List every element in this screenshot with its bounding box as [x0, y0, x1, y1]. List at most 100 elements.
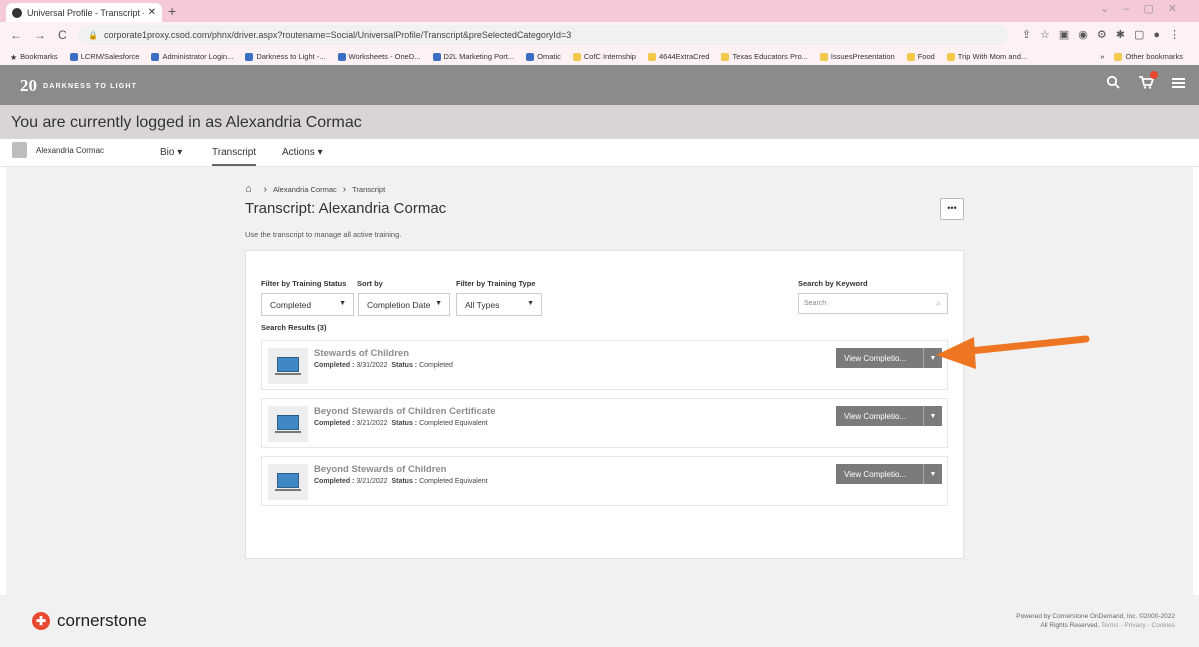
close-tab-icon[interactable]: ✕ — [148, 7, 156, 18]
breadcrumb-user[interactable]: Alexandria Cormac — [273, 185, 337, 194]
bookmark-folder[interactable]: CofC Internship — [572, 52, 636, 61]
course-thumbnail[interactable] — [268, 406, 308, 442]
course-thumbnail[interactable] — [268, 348, 308, 384]
course-meta: Completed : 3/21/2022 Status : Completed… — [314, 420, 488, 427]
transcript-item: Beyond Stewards of Children Completed : … — [261, 456, 948, 506]
cornerstone-logo[interactable]: ✚ cornerstone — [32, 611, 147, 631]
bookmark-item[interactable]: Darkness to Light -... — [245, 52, 326, 61]
onedrive-icon — [337, 52, 346, 61]
folder-icon — [721, 52, 730, 61]
footer-links[interactable]: Terms - Privacy - Cookies — [1101, 622, 1175, 629]
course-thumbnail[interactable] — [268, 464, 308, 500]
site-icon — [245, 52, 254, 61]
more-options-button[interactable]: ••• — [940, 198, 964, 220]
breadcrumb-current: Transcript — [352, 184, 386, 194]
bookmark-folder[interactable]: IssuesPresentation — [819, 52, 895, 61]
bookmark-item[interactable]: Worksheets - OneD... — [337, 52, 421, 61]
bookmark-item[interactable]: D2L Marketing Port... — [432, 52, 514, 61]
cart-icon[interactable] — [1138, 71, 1158, 93]
other-bookmarks[interactable]: » Other bookmarks — [1100, 48, 1195, 65]
browser-tab-bar: Universal Profile - Transcript - Re ✕ + … — [0, 0, 1199, 22]
course-title[interactable]: Stewards of Children — [314, 348, 409, 359]
course-title[interactable]: Beyond Stewards of Children Certificate — [314, 406, 496, 417]
logo-text: DARKNESS TO LIGHT — [43, 82, 138, 90]
laptop-icon — [277, 473, 299, 488]
course-title[interactable]: Beyond Stewards of Children — [314, 464, 447, 475]
search-icon[interactable] — [1106, 75, 1120, 93]
search-results-count: Search Results (3) — [261, 323, 327, 332]
caret-down-icon[interactable]: ▼ — [924, 471, 942, 478]
forward-icon[interactable]: → — [34, 28, 46, 42]
folder-icon — [1114, 52, 1123, 61]
folder-icon — [572, 52, 581, 61]
type-filter-label: Filter by Training Type — [456, 279, 536, 288]
view-completion-label[interactable]: View Completio... — [836, 406, 924, 426]
menu-icon[interactable] — [1172, 76, 1185, 93]
notification-badge — [1150, 71, 1158, 79]
tab-bio[interactable]: Bio ▾ — [160, 147, 182, 158]
search-icon[interactable]: ⌕ — [936, 298, 941, 309]
laptop-icon — [277, 357, 299, 372]
address-bar-row: ← → C 🔒 corporate1proxy.csod.com/phnx/dr… — [0, 22, 1199, 48]
bookmark-item[interactable]: ★ Bookmarks — [10, 52, 58, 62]
star-icon: ★ — [10, 52, 18, 62]
chevron-right-icon: › — [263, 183, 267, 195]
bookmark-folder[interactable]: 4644ExtraCred — [647, 52, 709, 61]
app-header: 20 DARKNESS TO LIGHT — [0, 65, 1199, 105]
caret-down-icon: ▼ — [339, 300, 346, 307]
url-field[interactable]: 🔒 corporate1proxy.csod.com/phnx/driver.a… — [78, 25, 1008, 45]
powered-by-line: Powered by Cornerstone OnDemand, Inc. ©2… — [1016, 613, 1175, 620]
more-bookmarks-button[interactable]: » — [1100, 52, 1104, 61]
bookmarks-bar: ★ Bookmarks LCRM/Salesforce Administrator… — [0, 48, 1199, 65]
site-favicon-icon — [12, 7, 22, 18]
chevron-right-icon: › — [342, 183, 347, 195]
keyword-search-input[interactable]: Search ⌕ — [798, 293, 948, 314]
home-icon[interactable]: ⌂ — [245, 183, 252, 195]
profile-nav: Alexandria Cormac Bio ▾ Transcript Actio… — [0, 139, 1199, 167]
back-icon[interactable]: ← — [10, 28, 22, 42]
window-controls[interactable]: ⌄–▢✕ — [1100, 2, 1191, 15]
type-filter-value: All Types — [465, 299, 500, 310]
reload-icon[interactable]: C — [58, 28, 67, 42]
site-logo[interactable]: 20 DARKNESS TO LIGHT — [20, 76, 137, 96]
caret-down-icon[interactable]: ▼ — [924, 413, 942, 420]
status-filter-label: Filter by Training Status — [261, 279, 347, 288]
sort-select[interactable]: Completion Date ▼ — [358, 293, 450, 316]
new-tab-button[interactable]: + — [168, 3, 176, 19]
keyword-search-label: Search by Keyword — [798, 279, 868, 288]
sort-value: Completion Date — [367, 299, 431, 310]
logged-in-banner: You are currently logged in as Alexandri… — [0, 105, 1199, 139]
avatar — [12, 142, 27, 158]
page-title: Transcript: Alexandria Cormac — [245, 200, 447, 217]
course-meta: Completed : 3/31/2022 Status : Completed — [314, 362, 453, 369]
lock-icon: 🔒 — [88, 30, 98, 40]
tab-title: Universal Profile - Transcript - Re — [27, 7, 144, 18]
cloud-icon — [69, 52, 78, 61]
bookmark-folder[interactable]: Texas Educators Pro... — [721, 52, 808, 61]
view-completion-button[interactable]: View Completio... ▼ — [836, 464, 942, 484]
logo-number: 20 — [20, 76, 37, 95]
status-filter-select[interactable]: Completed ▼ — [261, 293, 354, 316]
tab-transcript[interactable]: Transcript — [212, 147, 257, 166]
tab-actions[interactable]: Actions ▾ — [282, 147, 323, 158]
view-completion-label[interactable]: View Completio... — [836, 464, 924, 484]
bookmark-folder[interactable]: Trip With Mom and... — [946, 52, 1027, 61]
folder-icon — [819, 52, 828, 61]
course-meta: Completed : 3/21/2022 Status : Completed… — [314, 478, 488, 485]
type-filter-select[interactable]: All Types ▼ — [456, 293, 542, 316]
browser-tab[interactable]: Universal Profile - Transcript - Re ✕ — [6, 3, 162, 22]
search-placeholder: Search — [804, 300, 827, 307]
bookmark-item[interactable]: Omatic — [526, 52, 561, 61]
cornerstone-brand: cornerstone — [57, 611, 147, 630]
bookmark-folder[interactable]: Food — [906, 52, 935, 61]
view-completion-button[interactable]: View Completio... ▼ — [836, 348, 942, 368]
extension-icons[interactable]: ⇪☆▣◉⚙✱▢●⋮ — [1022, 28, 1189, 41]
page-description: Use the transcript to manage all active … — [245, 230, 402, 239]
bookmark-item[interactable]: Administrator Login... — [151, 52, 233, 61]
view-completion-label[interactable]: View Completio... — [836, 348, 924, 368]
bookmark-item[interactable]: LCRM/Salesforce — [69, 52, 139, 61]
omatic-icon — [526, 52, 535, 61]
rights-text: All Rights Reserved. — [1040, 622, 1100, 629]
view-completion-button[interactable]: View Completio... ▼ — [836, 406, 942, 426]
profile-name[interactable]: Alexandria Cormac — [36, 146, 104, 155]
